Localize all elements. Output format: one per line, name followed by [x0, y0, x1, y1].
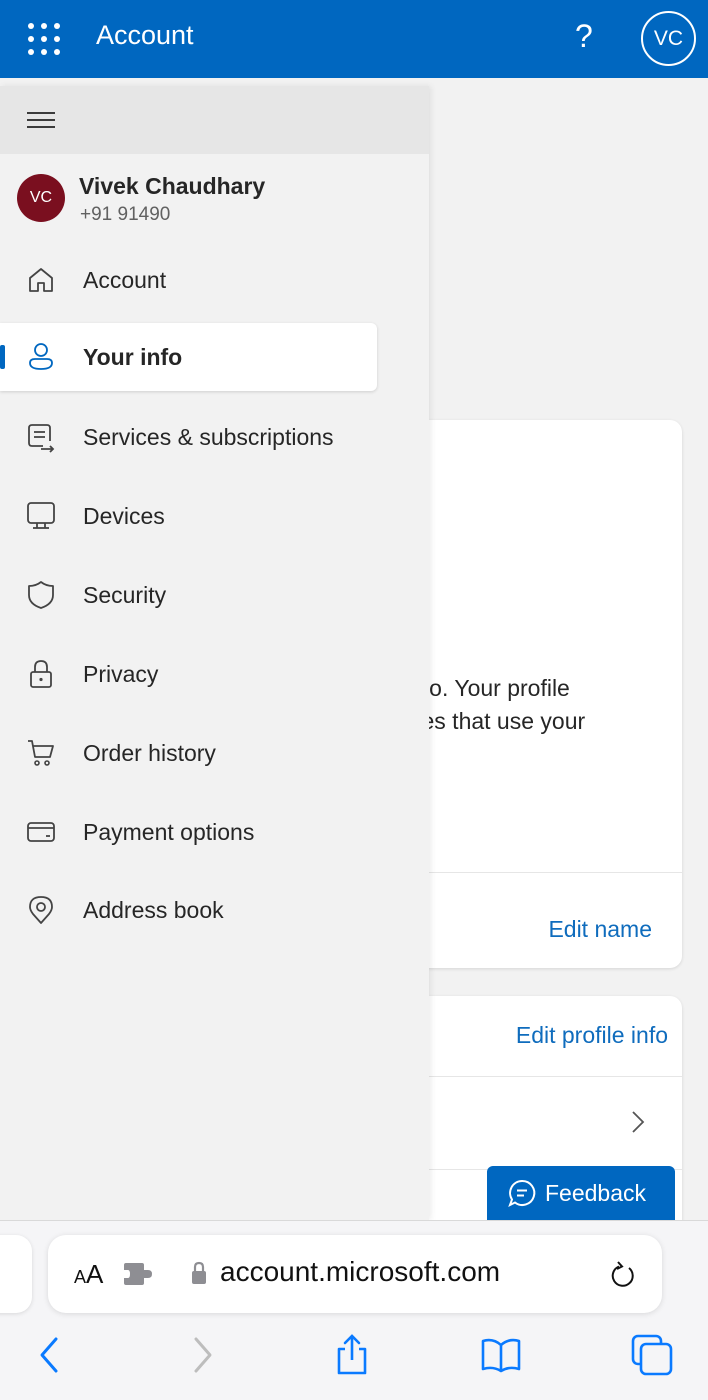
sidebar-item-services-subscriptions[interactable]: Services & subscriptions	[0, 403, 377, 471]
app-title[interactable]: Account	[96, 20, 194, 51]
cart-icon	[28, 740, 54, 766]
browser-toolbar: AA account.microsoft.com	[0, 1220, 708, 1400]
lock-icon	[192, 1261, 206, 1284]
profile-phone: +91 91490	[80, 204, 171, 225]
back-icon[interactable]	[28, 1333, 72, 1377]
profile-name: Vivek Chaudhary	[79, 173, 266, 199]
edit-name-link[interactable]: Edit name	[548, 916, 652, 943]
hamburger-menu-icon[interactable]	[27, 112, 55, 130]
navigation-drawer: VC Vivek Chaudhary +91 91490 Account You…	[0, 86, 429, 1220]
sidebar-item-account[interactable]: Account	[0, 246, 377, 314]
sidebar-item-label: Privacy	[83, 660, 159, 687]
tabs-icon[interactable]	[630, 1333, 674, 1377]
avatar: VC	[17, 174, 65, 222]
previous-tab[interactable]	[0, 1235, 32, 1313]
name-card-description: oto. Your profile ces that use your	[410, 675, 586, 734]
sidebar-item-privacy[interactable]: Privacy	[0, 640, 377, 708]
sidebar-item-label: Services & subscriptions	[83, 423, 334, 450]
chat-bubble-icon	[508, 1179, 536, 1208]
app-launcher-icon[interactable]	[26, 21, 62, 57]
drawer-header	[0, 86, 429, 154]
home-icon	[29, 268, 53, 292]
sidebar-item-your-info[interactable]: Your info	[0, 323, 377, 391]
url-text[interactable]: account.microsoft.com	[220, 1256, 500, 1288]
extension-icon[interactable]	[124, 1263, 152, 1285]
sidebar-item-payment-options[interactable]: Payment options	[0, 798, 377, 866]
sidebar-item-devices[interactable]: Devices	[0, 482, 377, 550]
feedback-button[interactable]: Feedback	[487, 1166, 675, 1220]
sidebar-item-label: Security	[83, 581, 167, 608]
sidebar-item-label: Order history	[83, 739, 216, 766]
forward-icon[interactable]	[180, 1333, 224, 1377]
subscriptions-icon	[28, 424, 55, 453]
person-icon	[29, 343, 53, 370]
shield-icon	[28, 581, 54, 609]
reload-icon[interactable]	[608, 1259, 638, 1291]
address-bar[interactable]: AA account.microsoft.com	[48, 1235, 662, 1313]
user-avatar-button[interactable]: VC	[641, 11, 696, 66]
sidebar-item-label: Address book	[83, 896, 224, 923]
sidebar-item-label: Account	[83, 266, 167, 293]
monitor-icon	[27, 502, 55, 529]
share-icon[interactable]	[330, 1333, 374, 1377]
sidebar-item-address-book[interactable]: Address book	[0, 876, 377, 944]
edit-profile-info-link[interactable]: Edit profile info	[516, 1022, 668, 1049]
bookmarks-icon[interactable]	[479, 1333, 523, 1377]
feedback-label: Feedback	[545, 1179, 647, 1206]
sidebar-item-label: Your info	[83, 343, 183, 370]
sidebar-item-order-history[interactable]: Order history	[0, 719, 377, 787]
drawer-profile: VC Vivek Chaudhary +91 91490	[17, 173, 265, 225]
help-icon[interactable]: ?	[575, 18, 593, 55]
lock-icon	[30, 660, 52, 688]
sidebar-item-label: Devices	[83, 502, 165, 529]
chevron-right-icon[interactable]	[628, 1110, 648, 1134]
location-pin-icon	[29, 896, 53, 924]
sidebar-item-security[interactable]: Security	[0, 561, 377, 629]
app-header: Account ? VC	[0, 0, 708, 78]
text-size-button[interactable]: AA	[74, 1259, 103, 1290]
credit-card-icon	[27, 822, 55, 842]
sidebar-item-label: Payment options	[83, 818, 255, 845]
